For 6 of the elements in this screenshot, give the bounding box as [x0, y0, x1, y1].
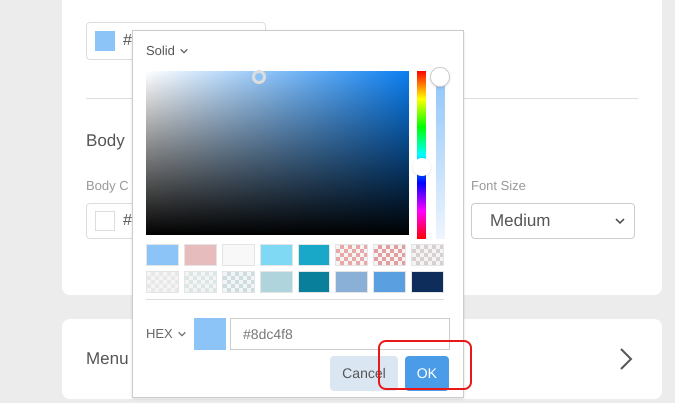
field-label: Font Size	[471, 176, 527, 194]
section-title: Body	[86, 130, 126, 152]
menu-title: Menu	[86, 348, 129, 370]
field-label: Body C	[86, 176, 130, 195]
color-value: #	[123, 31, 132, 51]
color-value: #	[123, 211, 132, 231]
